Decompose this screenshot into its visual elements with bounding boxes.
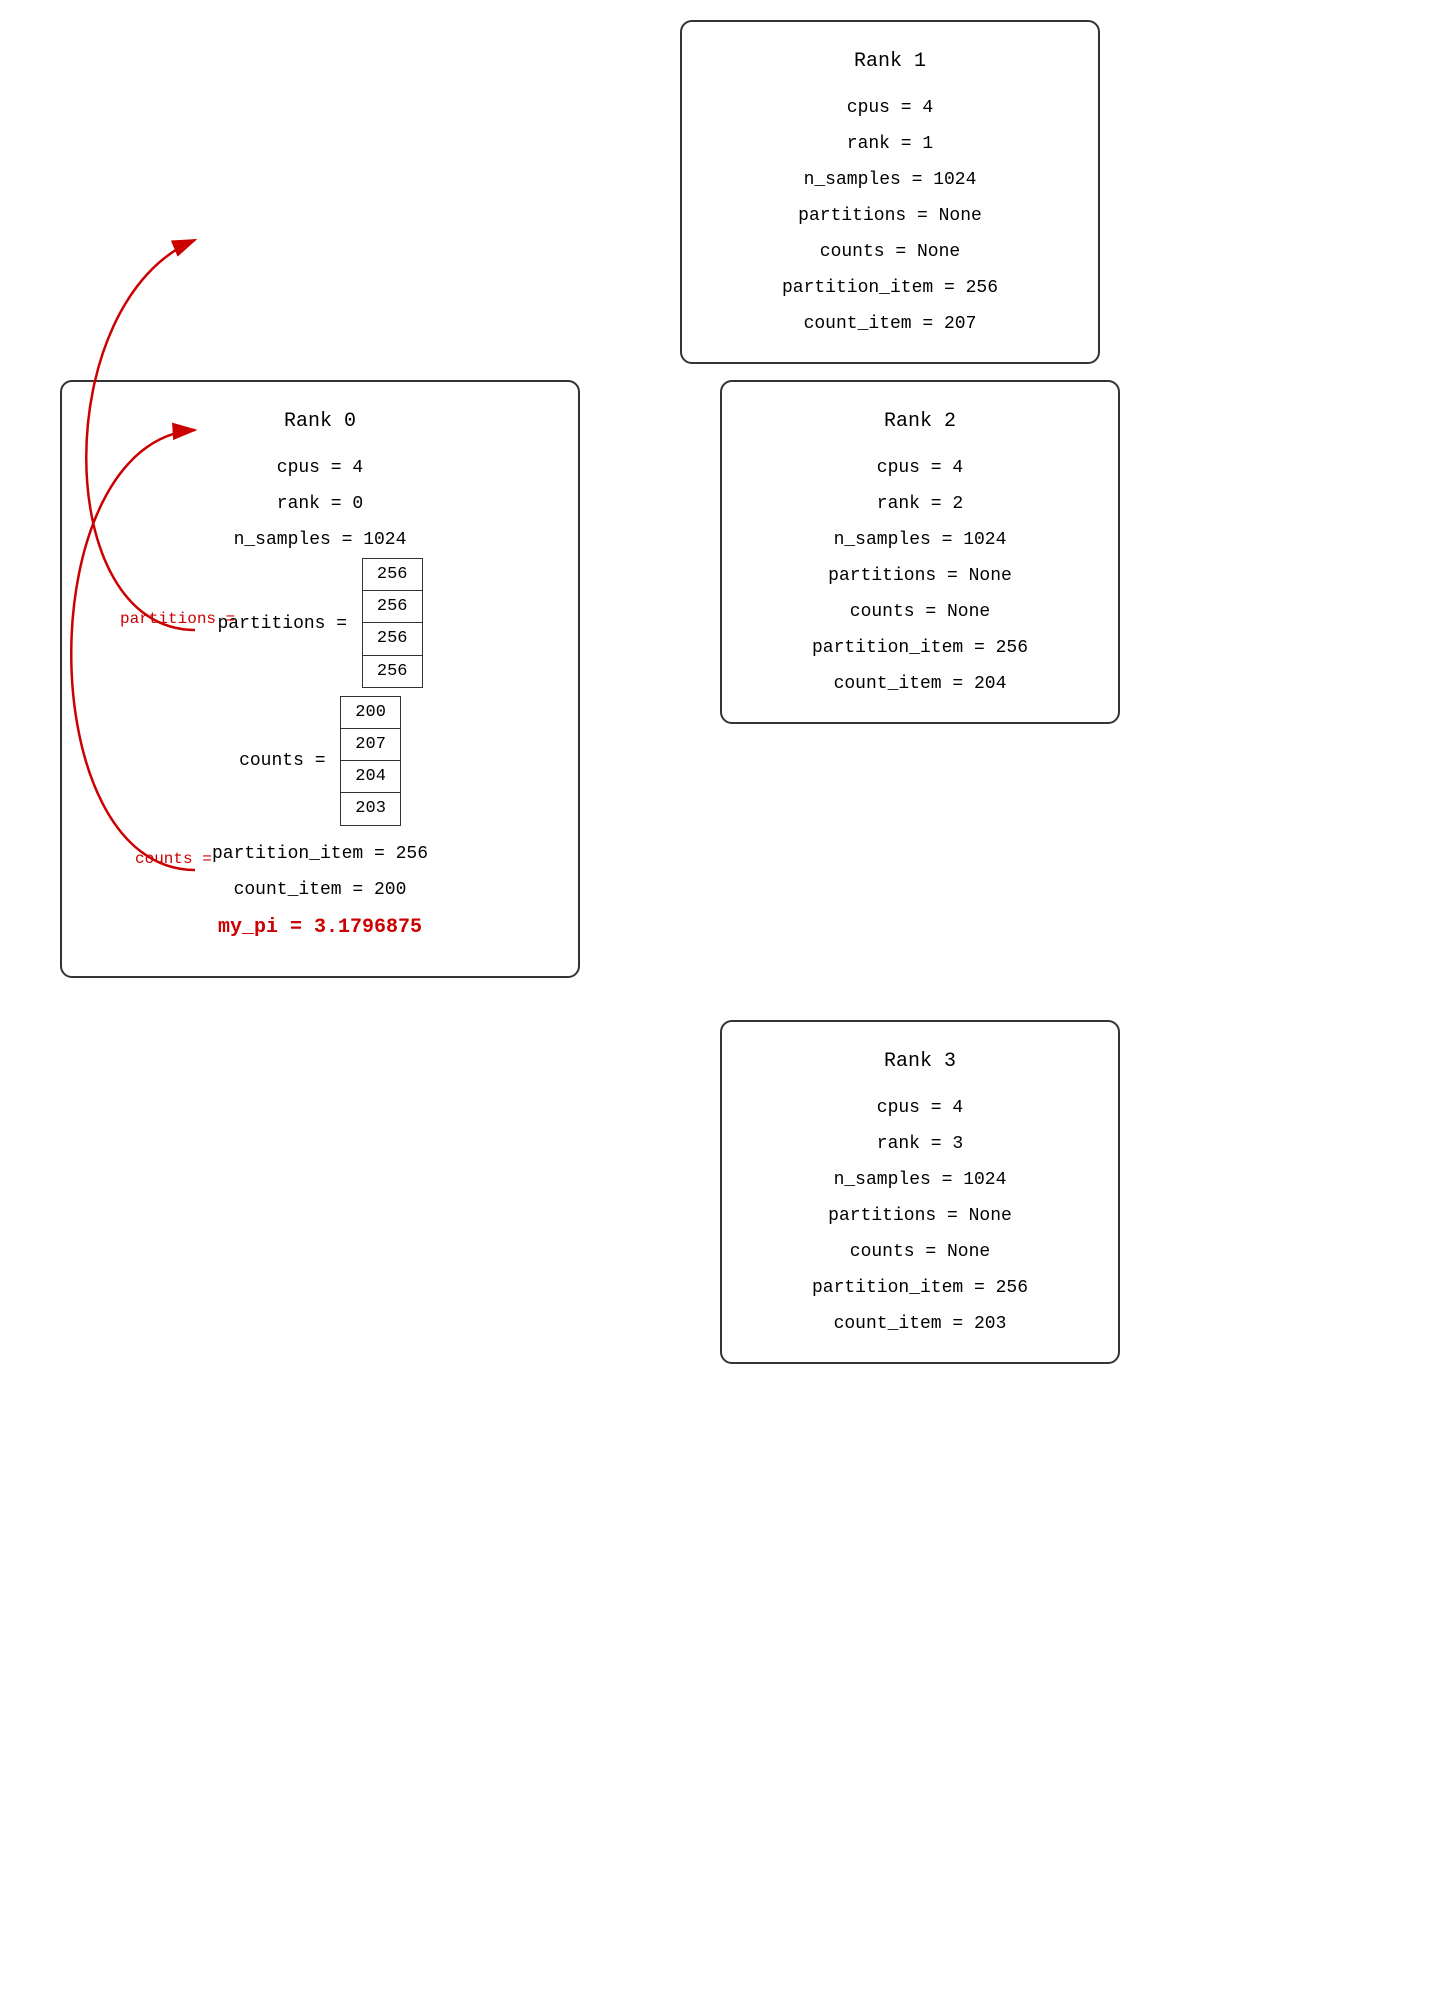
- rank0-count-item: count_item = 200: [92, 872, 548, 908]
- rank0-nsamples: n_samples = 1024: [92, 522, 548, 558]
- rank3-rank: rank = 3: [752, 1126, 1088, 1162]
- rank2-box: Rank 2 cpus = 4 rank = 2 n_samples = 102…: [720, 380, 1120, 724]
- rank3-counts: counts = None: [752, 1234, 1088, 1270]
- rank0-box: Rank 0 cpus = 4 rank = 0 n_samples = 102…: [60, 380, 580, 978]
- rank2-partitions: partitions = None: [752, 558, 1088, 594]
- rank1-rank: rank = 1: [712, 126, 1068, 162]
- partitions-arrow-label: partitions =: [120, 610, 235, 628]
- rank2-title: Rank 2: [752, 402, 1088, 442]
- partition-val-0: 256: [362, 559, 422, 591]
- rank1-partition-item: partition_item = 256: [712, 270, 1068, 306]
- rank0-partitions-array: 256 256 256 256: [362, 558, 423, 688]
- count-val-3: 203: [341, 793, 401, 825]
- rank1-cpus: cpus = 4: [712, 90, 1068, 126]
- rank3-nsamples: n_samples = 1024: [752, 1162, 1088, 1198]
- rank0-rank: rank = 0: [92, 486, 548, 522]
- rank0-counts-row: counts = 200 207 204 203: [92, 696, 548, 826]
- rank1-partitions: partitions = None: [712, 198, 1068, 234]
- rank0-partitions-label: partitions =: [217, 611, 357, 634]
- rank2-counts: counts = None: [752, 594, 1088, 630]
- count-val-1: 207: [341, 728, 401, 760]
- rank1-count-item: count_item = 207: [712, 306, 1068, 342]
- rank2-partition-item: partition_item = 256: [752, 630, 1088, 666]
- rank2-cpus: cpus = 4: [752, 450, 1088, 486]
- counts-arrow-label: counts =: [135, 850, 212, 868]
- partition-val-3: 256: [362, 655, 422, 687]
- rank0-my-pi: my_pi = 3.1796875: [92, 908, 548, 948]
- rank1-title: Rank 1: [712, 42, 1068, 82]
- rank1-box: Rank 1 cpus = 4 rank = 1 n_samples = 102…: [680, 20, 1100, 364]
- rank3-title: Rank 3: [752, 1042, 1088, 1082]
- rank3-box: Rank 3 cpus = 4 rank = 3 n_samples = 102…: [720, 1020, 1120, 1364]
- rank1-nsamples: n_samples = 1024: [712, 162, 1068, 198]
- rank3-partition-item: partition_item = 256: [752, 1270, 1088, 1306]
- rank2-rank: rank = 2: [752, 486, 1088, 522]
- rank3-cpus: cpus = 4: [752, 1090, 1088, 1126]
- rank2-nsamples: n_samples = 1024: [752, 522, 1088, 558]
- rank0-counts-array: 200 207 204 203: [340, 696, 401, 826]
- rank0-cpus: cpus = 4: [92, 450, 548, 486]
- partition-val-1: 256: [362, 591, 422, 623]
- rank2-count-item: count_item = 204: [752, 666, 1088, 702]
- count-val-2: 204: [341, 761, 401, 793]
- rank3-count-item: count_item = 203: [752, 1306, 1088, 1342]
- count-val-0: 200: [341, 696, 401, 728]
- partition-val-2: 256: [362, 623, 422, 655]
- rank0-title: Rank 0: [92, 402, 548, 442]
- rank3-partitions: partitions = None: [752, 1198, 1088, 1234]
- rank1-counts: counts = None: [712, 234, 1068, 270]
- rank0-counts-label: counts =: [239, 748, 336, 771]
